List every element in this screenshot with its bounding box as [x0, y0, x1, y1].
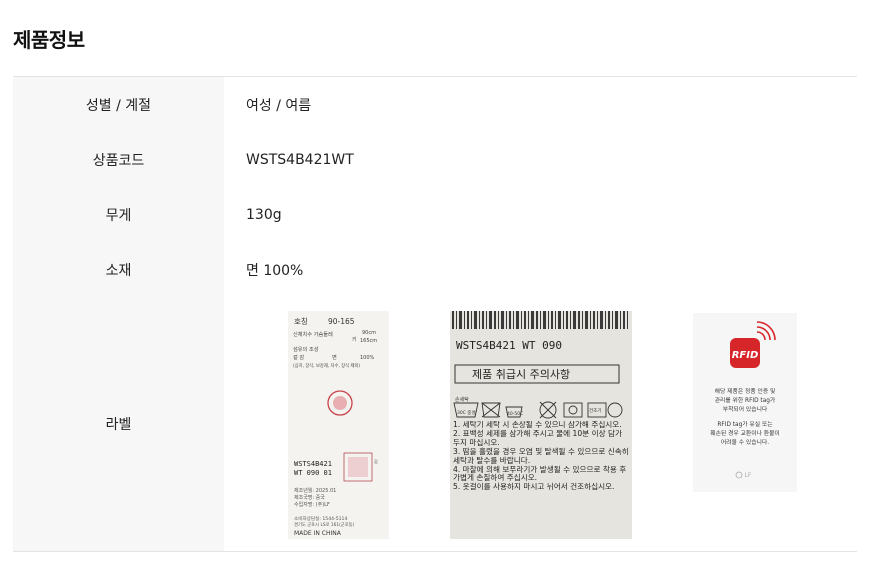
rfid-notice-text: 관리를 위한 RFID tag가 — [715, 396, 776, 404]
rfid-brand: LF — [745, 472, 752, 479]
care-symbol-label: 손세탁 — [455, 396, 469, 403]
size-tag-text: 90-165 — [328, 317, 355, 326]
rfid-tag-image: RFID 해당 제품은 정품 인증 및 관리를 위한 RFID tag가 부착되… — [693, 313, 797, 492]
size-tag-text: 호칭 — [294, 317, 308, 326]
size-tag-text: 섬유의 조성 — [293, 345, 319, 353]
size-tag-text: 90cm — [362, 330, 376, 336]
care-symbol-label: 30C 중성 — [457, 409, 476, 416]
row-label-product-code: 상품코드 — [13, 132, 224, 187]
product-info-page: 제품정보 성별 / 계절 여성 / 여름 상품코드 WSTS4B421WT 무게… — [0, 0, 892, 582]
row-value-label-images: 호칭 90-165 신체치수 가슴둘레 90cm 키 165cm 섬유의 조성 … — [224, 297, 857, 551]
size-tag-text: 신체치수 가슴둘레 — [293, 330, 333, 338]
rfid-notice-text: 해당 제품은 정품 인증 및 — [715, 387, 776, 395]
size-tag-text: 겉 감 — [293, 353, 304, 361]
size-tag-text: 면 — [332, 353, 337, 361]
rfid-notice-text: 어려울 수 있습니다. — [721, 438, 769, 446]
care-step: 2. 표백성 세제를 삼가해 주시고 물에 10분 이상 담가 두지 마십시오. — [453, 428, 622, 447]
svg-text:RFID: RFID — [732, 350, 759, 361]
care-symbol-label: 40-50C — [507, 411, 523, 417]
care-step: 4. 마찰에 의해 보푸라기가 발생될 수 있으므로 착용 후 가볍게 손질하여… — [453, 464, 627, 483]
size-tag-info: 소비자상담실: 1544-5114 — [294, 515, 347, 522]
row-label-label: 라벨 — [13, 297, 224, 551]
care-step: 3. 땀을 흘렸을 경우 오염 및 탈색될 수 있으므로 신속히 세탁과 탈수를… — [453, 446, 629, 465]
row-value-material: 면 100% — [246, 262, 304, 279]
size-tag-info: MADE IN CHINA — [294, 530, 342, 537]
size-tag-text: 165cm — [360, 338, 377, 344]
size-tag-info: 제조국명: 중국 — [294, 494, 325, 501]
size-tag-code: WSTS4B421 — [294, 460, 332, 468]
table-row: 성별 / 계절 여성 / 여름 — [13, 77, 857, 132]
size-tag-info: 제조년월: 2025.01 — [294, 487, 336, 494]
row-label-weight: 무게 — [13, 187, 224, 242]
table-row: 상품코드 WSTS4B421WT — [13, 132, 857, 187]
row-label-gender-season: 성별 / 계절 — [13, 77, 224, 132]
table-row: 소재 면 100% — [13, 242, 857, 297]
care-step: 5. 옷걸이를 사용하지 마시고 뉘어서 건조하십시오. — [453, 482, 615, 492]
row-value-gender-season: 여성 / 여름 — [246, 97, 312, 114]
product-info-table: 성별 / 계절 여성 / 여름 상품코드 WSTS4B421WT 무게 130g… — [13, 76, 857, 552]
rfid-notice-text: RFID tag가 유실 또는 — [717, 420, 773, 428]
care-symbol-label: 건조기 — [589, 407, 601, 414]
size-tag-text: 100% — [360, 355, 375, 361]
rfid-notice-text: 부착되어 있습니다 — [723, 405, 768, 413]
care-tag-image: WSTS4B421 WT 090 제품 취급시 주의사항 손세탁 30C 중성 … — [450, 311, 632, 539]
row-label-material: 소재 — [13, 242, 224, 297]
row-value-weight: 130g — [246, 206, 282, 223]
size-tag-info: 경기도 군포시 LS로 161(군포동) — [294, 521, 355, 528]
size-tag-text: 키 — [352, 336, 357, 343]
size-tag-text: (심지, 장식, 보강재, 자수, 장식 제외) — [293, 362, 360, 369]
size-tag-image: 호칭 90-165 신체치수 가슴둘레 90cm 키 165cm 섬유의 조성 … — [288, 311, 389, 539]
table-row: 무게 130g — [13, 187, 857, 242]
section-title: 제품정보 — [13, 28, 85, 52]
care-tag-heading: 제품 취급시 주의사항 — [472, 368, 570, 381]
rfid-notice-text: 훼손된 경우 교환이나 환불이 — [710, 429, 780, 437]
size-tag-code2: WT 090 01 — [294, 469, 332, 477]
svg-text:검: 검 — [374, 458, 378, 464]
row-value-product-code: WSTS4B421WT — [246, 151, 354, 168]
size-tag-info: 수입자명: (주)LF — [294, 501, 330, 508]
care-tag-code: WSTS4B421 WT 090 — [456, 339, 562, 352]
table-row: 라벨 호칭 90-165 신체치수 가슴둘레 90cm 키 165cm 섬유의 … — [13, 297, 857, 551]
